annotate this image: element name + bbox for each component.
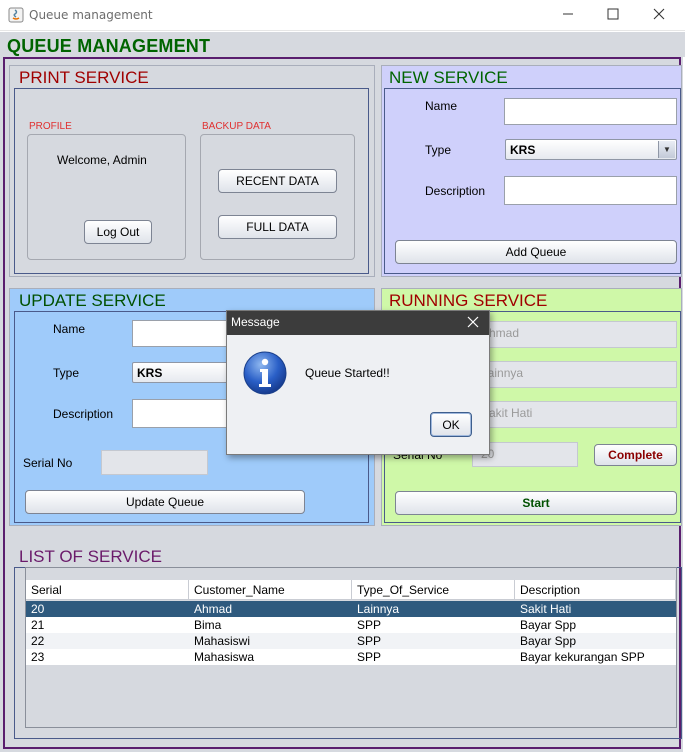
cell-description: Bayar kekurangan SPP	[520, 650, 645, 664]
new-service-title: NEW SERVICE	[389, 68, 508, 87]
dialog-title: Message	[231, 315, 280, 329]
new-description-input[interactable]	[504, 176, 677, 205]
cell-customer-name: Mahasiswi	[194, 634, 251, 648]
cell-description: Bayar Spp	[520, 634, 577, 648]
running-name-field: Ahmad	[472, 321, 677, 348]
close-window-button[interactable]	[636, 0, 681, 31]
java-app-icon	[8, 7, 24, 23]
cell-type-of-service: SPP	[357, 634, 382, 648]
profile-label: PROFILE	[29, 121, 72, 132]
minimize-button[interactable]	[545, 0, 590, 31]
cell-serial: 22	[31, 634, 45, 648]
cell-description: Bayar Spp	[520, 618, 577, 632]
add-queue-button[interactable]: Add Queue	[395, 240, 677, 264]
update-serial-field	[101, 450, 208, 475]
update-service-title: UPDATE SERVICE	[19, 291, 166, 310]
dialog-message: Queue Started!!	[305, 366, 390, 380]
logout-button[interactable]: Log Out	[84, 220, 152, 244]
list-of-service-title: LIST OF SERVICE	[19, 547, 162, 566]
recent-data-button[interactable]: RECENT DATA	[218, 169, 337, 193]
new-type-value: KRS	[510, 143, 536, 157]
cell-serial: 23	[31, 650, 45, 664]
full-data-button[interactable]: FULL DATA	[218, 215, 337, 239]
cell-customer-name: Bima	[194, 618, 222, 632]
new-name-label: Name	[425, 99, 458, 113]
cell-serial: 20	[31, 602, 45, 616]
maximize-icon	[607, 8, 619, 23]
running-service-title: RUNNING SERVICE	[389, 291, 548, 310]
column-header-description[interactable]: Description	[515, 580, 676, 600]
running-type-field: Lainnya	[472, 361, 677, 388]
update-name-input[interactable]	[132, 320, 232, 347]
new-type-label: Type	[425, 143, 452, 157]
table-row[interactable]: 22 Mahasiswi SPP Bayar Spp	[26, 633, 676, 649]
column-header-customer-name[interactable]: Customer_Name	[189, 580, 352, 600]
update-serial-label: Serial No	[23, 456, 73, 470]
cell-customer-name: Mahasiswa	[194, 650, 255, 664]
table-row[interactable]: 21 Bima SPP Bayar Spp	[26, 617, 676, 633]
print-service-title: PRINT SERVICE	[19, 68, 149, 87]
welcome-text: Welcome, Admin	[57, 153, 147, 167]
app-heading: QUEUE MANAGEMENT	[7, 36, 211, 56]
running-description-field: Sakit Hati	[472, 401, 677, 428]
complete-button[interactable]: Complete	[594, 444, 677, 466]
cell-serial: 21	[31, 618, 45, 632]
new-description-label: Description	[425, 184, 486, 198]
cell-type-of-service: Lainnya	[357, 602, 400, 616]
cell-customer-name: Ahmad	[194, 602, 233, 616]
update-description-input[interactable]	[132, 399, 232, 428]
table-row[interactable]: 23 Mahasiswa SPP Bayar kekurangan SPP	[26, 649, 676, 665]
window-title: Queue management	[29, 8, 153, 22]
update-queue-button[interactable]: Update Queue	[25, 490, 305, 514]
maximize-button[interactable]	[590, 0, 635, 31]
column-header-serial[interactable]: Serial	[26, 580, 189, 600]
close-icon	[466, 316, 480, 332]
new-type-select[interactable]: KRS ▼	[505, 139, 677, 160]
cell-type-of-service: SPP	[357, 650, 382, 664]
update-description-label: Description	[53, 407, 114, 421]
table-row[interactable]: 20 Ahmad Lainnya Sakit Hati	[26, 601, 676, 617]
ok-button[interactable]: OK	[430, 412, 472, 437]
backup-box	[200, 134, 355, 260]
column-header-type-of-service[interactable]: Type_Of_Service	[352, 580, 515, 600]
new-name-input[interactable]	[504, 98, 677, 125]
dialog-close-button[interactable]	[466, 315, 482, 331]
start-button[interactable]: Start	[395, 491, 677, 515]
update-type-select[interactable]: KRS	[132, 362, 232, 383]
update-name-label: Name	[53, 322, 86, 336]
chevron-down-icon[interactable]: ▼	[658, 141, 675, 158]
backup-data-label: BACKUP DATA	[202, 121, 271, 132]
cell-type-of-service: SPP	[357, 618, 382, 632]
minimize-icon	[562, 8, 574, 23]
update-type-value: KRS	[137, 366, 163, 380]
info-icon	[242, 350, 288, 396]
close-icon	[653, 8, 665, 23]
update-type-label: Type	[53, 366, 80, 380]
cell-description: Sakit Hati	[520, 602, 572, 616]
